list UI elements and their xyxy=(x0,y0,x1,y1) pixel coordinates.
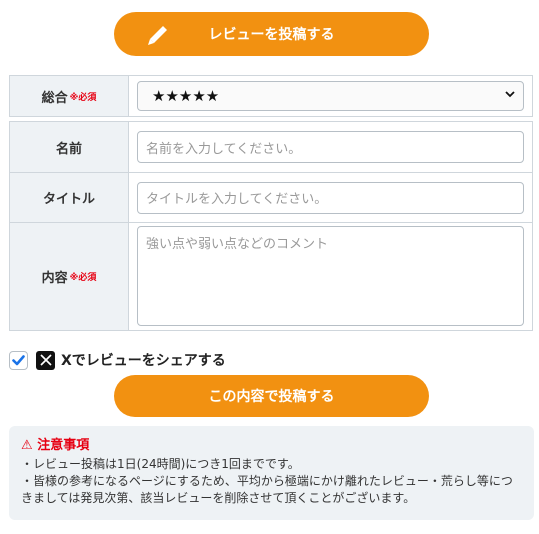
overall-rating-form: 総合 ※必須 ★★★★★ xyxy=(9,75,533,117)
content-row: 内容 ※必須 強い点や弱い点などのコメント xyxy=(10,222,532,330)
required-mark: ※必須 xyxy=(69,92,97,103)
overall-label: 総合 ※必須 xyxy=(10,76,129,116)
name-input[interactable]: 名前を入力してください。 xyxy=(137,131,524,163)
required-mark: ※必須 xyxy=(69,273,97,283)
name-row: 名前 名前を入力してください。 xyxy=(10,122,532,172)
title-row: タイトル タイトルを入力してください。 xyxy=(10,172,532,222)
name-label: 名前 xyxy=(10,122,129,172)
content-label: 内容 ※必須 xyxy=(10,223,129,330)
overall-rating-row: 総合 ※必須 ★★★★★ xyxy=(10,76,532,116)
warning-icon: ⚠ xyxy=(21,438,33,453)
chevron-down-icon xyxy=(505,91,515,98)
notice-title: ⚠ 注意事項 xyxy=(21,438,90,453)
write-review-button[interactable]: レビューを投稿する xyxy=(114,12,429,56)
title-label: タイトル xyxy=(10,173,129,222)
notice-line: ・レビュー投稿は1日(24時間)につき1回までです。 xyxy=(21,457,300,471)
notice-line: ・皆様の参考になるページにするため、平均から極端にかけ離れたレビュー・荒らし等に… xyxy=(21,474,513,505)
title-input[interactable]: タイトルを入力してください。 xyxy=(137,181,524,214)
x-logo-icon xyxy=(36,350,55,370)
pencil-icon xyxy=(148,26,167,45)
write-review-label: レビューを投稿する xyxy=(208,27,335,43)
checkmark-icon xyxy=(12,354,25,365)
share-checkbox[interactable] xyxy=(9,350,28,370)
share-label: Xでレビューをシェアする xyxy=(61,353,226,369)
rating-select[interactable]: ★★★★★ xyxy=(137,81,524,111)
submit-label: この内容で投稿する xyxy=(208,389,335,405)
submit-button[interactable]: この内容で投稿する xyxy=(114,375,429,417)
rating-select-value: ★★★★★ xyxy=(152,87,220,105)
content-textarea[interactable]: 強い点や弱い点などのコメント xyxy=(137,226,524,326)
share-option[interactable]: Xでレビューをシェアする xyxy=(9,348,226,372)
review-detail-form: 名前 名前を入力してください。 タイトル タイトルを入力してください。 内容 ※必… xyxy=(9,121,533,331)
notice-box: ⚠ 注意事項 ・レビュー投稿は1日(24時間)につき1回までです。 ・皆様の参考… xyxy=(9,426,534,520)
